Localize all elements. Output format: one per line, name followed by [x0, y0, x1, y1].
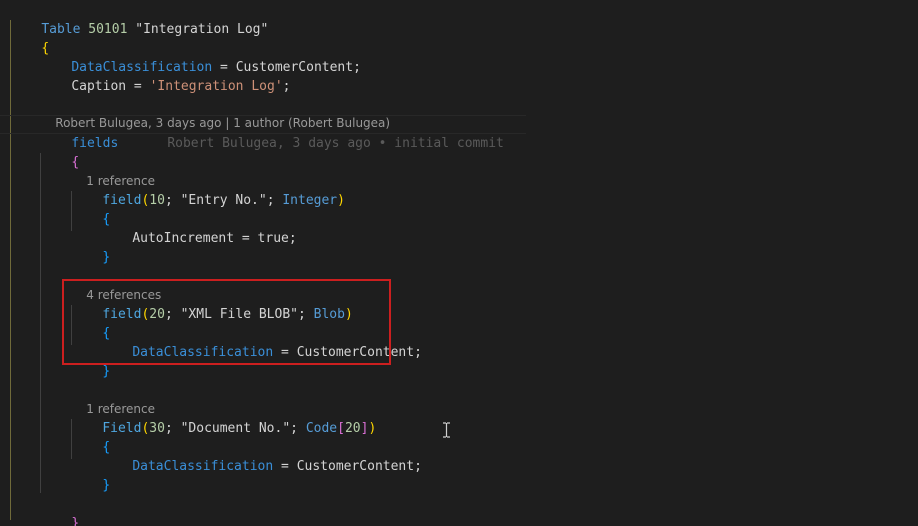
field-type: Code: [305, 421, 338, 436]
code-line-fields-open-brace[interactable]: {: [40, 134, 79, 170]
code-line-brace[interactable]: {: [71, 191, 110, 227]
code-editor[interactable]: Table 50101 "Integration Log" { DataClas…: [0, 0, 918, 526]
property-name: Caption: [71, 79, 127, 94]
property-value: true;: [257, 231, 297, 246]
field-number: 10: [149, 193, 165, 208]
field-number: 30: [149, 421, 165, 436]
inline-blame-annotation: Robert Bulugea, 3 days ago • initial com…: [167, 136, 504, 151]
code-line-open-brace[interactable]: {: [10, 20, 49, 56]
code-line-auto-increment[interactable]: AutoIncrement = true;: [101, 210, 296, 246]
code-line-data-classification[interactable]: DataClassification = CustomerContent;: [101, 438, 422, 474]
code-line-brace[interactable]: }: [71, 229, 110, 265]
code-line-fields[interactable]: fields: [40, 115, 118, 151]
code-line-field-entry-no[interactable]: field(10; "Entry No."; Integer): [71, 172, 345, 208]
code-line-fields-close-brace[interactable]: }: [40, 495, 79, 526]
property-name: AutoIncrement: [132, 231, 235, 246]
code-line-brace[interactable]: {: [71, 419, 110, 455]
field-type: Integer: [282, 193, 338, 208]
field-name: "Document No.": [180, 421, 291, 436]
code-line-brace[interactable]: }: [71, 457, 110, 493]
brace: }: [71, 516, 80, 526]
code-line-data-classification[interactable]: DataClassification = CustomerContent;: [40, 39, 361, 75]
field-length: 20: [344, 421, 361, 436]
code-line-table-declaration[interactable]: Table 50101 "Integration Log": [10, 1, 268, 37]
property-value: 'Integration Log': [149, 79, 283, 94]
property-name: DataClassification: [132, 459, 274, 474]
codelens-blame[interactable]: Robert Bulugea, 3 days ago | 1 author (R…: [40, 99, 390, 130]
codelens-references[interactable]: 1 reference: [71, 385, 155, 416]
indent-guide: [40, 153, 41, 493]
indent-guide: [10, 20, 11, 520]
code-line-field-document-no[interactable]: Field(30; "Document No."; Code[20]): [71, 400, 376, 436]
table-name: "Integration Log": [135, 22, 269, 37]
codelens-references[interactable]: 1 reference: [71, 157, 155, 188]
table-id: 50101: [88, 22, 128, 37]
text-cursor-icon: [443, 422, 450, 438]
highlight-annotation-box: [62, 279, 391, 365]
code-line-caption[interactable]: Caption = 'Integration Log';: [40, 58, 290, 94]
field-name: "Entry No.": [180, 193, 267, 208]
property-value: CustomerContent;: [296, 459, 422, 474]
